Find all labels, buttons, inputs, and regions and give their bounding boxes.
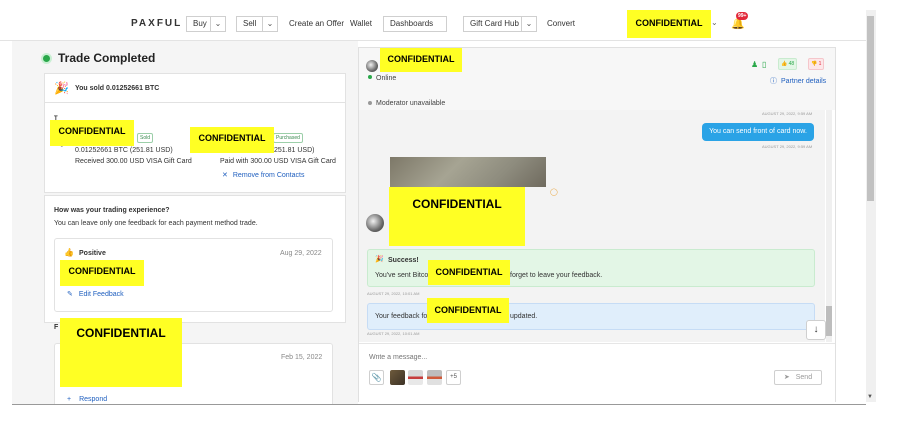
image-thumbnail[interactable] <box>408 370 423 385</box>
message-timestamp: AUGUST 29, 2022, 10:01 AM <box>367 331 420 336</box>
redacted-image-area: CONFIDENTIAL <box>389 187 525 246</box>
paid-with: Paid with 300.00 USD VISA Gift Card <box>220 158 336 165</box>
redacted-feedback-text: CONFIDENTIAL <box>60 260 144 286</box>
more-images-button[interactable]: +5 <box>446 370 461 385</box>
moderator-status: Moderator unavailable <box>376 100 446 107</box>
online-status: Online <box>376 75 397 82</box>
chevron-down-icon[interactable]: ⌄ <box>711 18 718 27</box>
user-verified-icon: ♟ <box>751 60 759 69</box>
feedback-date: Aug 29, 2022 <box>280 250 322 257</box>
section-heading-fragment: F <box>54 324 59 331</box>
paperclip-icon: 📎 <box>371 373 382 382</box>
redacted-success-text: CONFIDENTIAL <box>428 260 510 285</box>
party-icon: 🎉 <box>375 256 384 263</box>
feedback-rating: Positive <box>79 250 106 257</box>
message-input[interactable] <box>369 350 769 364</box>
received-amount: Received 300.00 USD VISA Gift Card <box>75 158 192 165</box>
message-timestamp: AUGUST 29, 2022, 10:01 AM <box>367 291 420 296</box>
page-title: Trade Completed <box>58 51 156 65</box>
partner-avatar-small <box>366 214 384 232</box>
scroll-down-arrow-icon[interactable]: ▼ <box>867 394 873 400</box>
respond-link[interactable]: + Respond <box>67 396 107 403</box>
chevron-down-icon: ⌄ <box>521 17 536 31</box>
redacted-feedback-block: CONFIDENTIAL <box>60 318 182 387</box>
feedback-question: How was your trading experience? <box>54 207 170 214</box>
image-thumbnail[interactable] <box>390 370 405 385</box>
buy-label: Buy <box>193 19 207 28</box>
page-scrollbar-thumb[interactable] <box>867 16 874 201</box>
purchased-pill: Purchased <box>273 133 303 143</box>
send-label: Send <box>795 374 813 381</box>
pencil-icon: ✎ <box>67 291 73 298</box>
edit-feedback-link[interactable]: ✎ Edit Feedback <box>67 290 124 298</box>
logo[interactable]: PAXFUL <box>131 18 182 29</box>
wallet-link[interactable]: Wallet <box>350 19 372 28</box>
chevron-down-icon: ⌄ <box>262 17 277 31</box>
success-text-start: You've sent Bitco <box>375 272 429 279</box>
partner-details-label: Partner details <box>781 78 827 85</box>
success-title: Success! <box>388 257 419 264</box>
top-nav: PAXFUL Buy ⌄ Sell ⌄ Create an Offer Wallet… <box>0 0 866 41</box>
image-thumbnail[interactable] <box>427 370 442 385</box>
chevron-down-icon: ⌄ <box>210 17 225 31</box>
sell-label: Sell <box>243 19 257 28</box>
arrow-down-icon: ↓ <box>813 324 819 335</box>
sell-dropdown[interactable]: Sell ⌄ <box>236 16 278 32</box>
close-icon: ✕ <box>222 172 228 179</box>
info-icon: ⓘ <box>770 78 777 85</box>
message-timestamp: AUGUST 29, 2022, 9:59 AM <box>762 111 813 116</box>
sold-summary: You sold 0.01252661 BTC <box>75 85 160 92</box>
attached-card-image[interactable] <box>390 157 546 187</box>
gift-card-hub-dropdown[interactable]: Gift Card Hub ⌄ <box>463 16 537 32</box>
convert-link[interactable]: Convert <box>547 19 575 28</box>
status-dot-icon <box>43 55 50 62</box>
redacted-info-text: CONFIDENTIAL <box>427 298 509 323</box>
positive-feedback-count: 👍 48 <box>778 58 798 70</box>
remove-contacts-label: Remove from Contacts <box>232 172 305 179</box>
success-text-end: forget to leave your feedback. <box>510 272 603 279</box>
respond-label: Respond <box>79 396 108 403</box>
outgoing-message: You can send front of card now. <box>702 123 814 141</box>
online-dot-icon <box>368 75 372 79</box>
send-button[interactable]: ➤ Send <box>774 370 822 385</box>
edit-feedback-label: Edit Feedback <box>78 291 124 298</box>
negative-feedback-count: 👎 1 <box>808 58 825 70</box>
celebration-icon: 🎉 <box>54 81 69 95</box>
redacted-username: CONFIDENTIAL <box>627 10 711 38</box>
redacted-seller-name: CONFIDENTIAL <box>50 120 134 146</box>
info-text-end: updated. <box>510 313 538 320</box>
sold-pill: Sold <box>137 133 154 143</box>
partner-avatar[interactable] <box>366 60 378 72</box>
thumbs-up-icon: 👍 <box>64 248 74 257</box>
send-icon: ➤ <box>783 374 790 381</box>
scroll-to-bottom-button[interactable]: ↓ <box>806 320 826 340</box>
feedback-date-2: Feb 15, 2022 <box>281 354 323 361</box>
plus-icon: + <box>67 396 72 403</box>
page-bottom-divider <box>12 404 866 405</box>
redacted-buyer-name: CONFIDENTIAL <box>190 127 274 153</box>
create-offer-link[interactable]: Create an Offer <box>289 19 344 28</box>
gift-card-hub-label: Gift Card Hub <box>470 19 519 28</box>
partner-details-link[interactable]: ⓘ Partner details <box>770 76 826 86</box>
remove-contacts-link[interactable]: ✕ Remove from Contacts <box>222 171 304 179</box>
message-timestamp: AUGUST 29, 2022, 9:59 AM <box>762 144 813 149</box>
dashboards-button[interactable]: Dashboards <box>383 16 447 32</box>
sold-amount: 0.01252661 BTC (251.81 USD) <box>75 147 173 154</box>
redacted-partner-name: CONFIDENTIAL <box>380 48 462 72</box>
chat-scrollbar-thumb[interactable] <box>826 306 832 336</box>
moderator-dot-icon <box>368 101 372 105</box>
info-text-start: Your feedback fo <box>375 313 428 320</box>
feedback-note: You can leave only one feedback for each… <box>54 220 258 227</box>
purchased-amount: 251.81 USD) <box>274 147 315 154</box>
attach-file-button[interactable]: 📎 <box>369 370 384 385</box>
phone-verified-icon: ▯ <box>762 60 767 69</box>
shield-icon[interactable]: ◯ <box>550 188 558 196</box>
notification-badge: 99+ <box>736 12 749 20</box>
buy-dropdown[interactable]: Buy ⌄ <box>186 16 226 32</box>
dashboards-label: Dashboards <box>390 19 434 28</box>
